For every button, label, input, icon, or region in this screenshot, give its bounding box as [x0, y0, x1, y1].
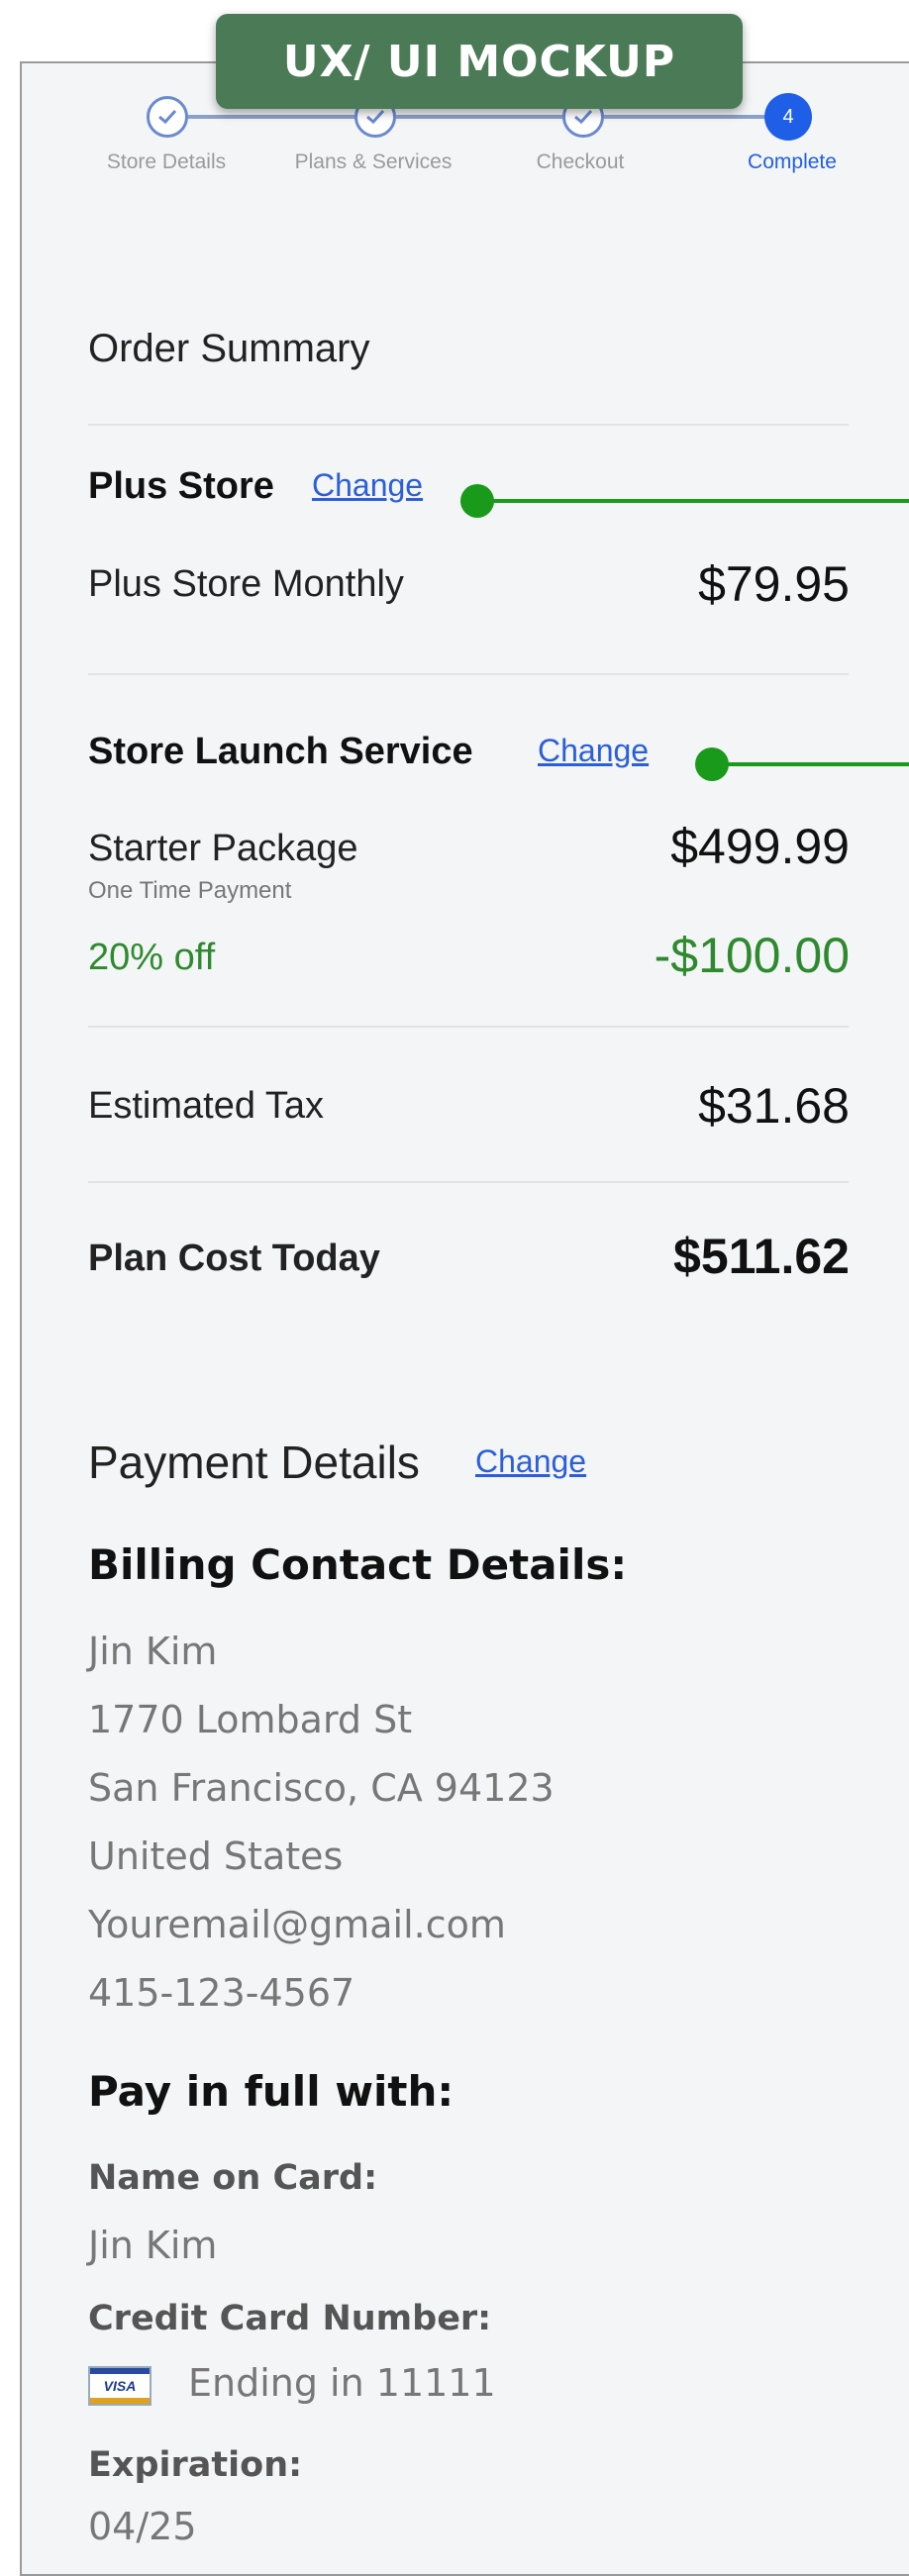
plan-change-link[interactable]: Change — [312, 467, 423, 504]
payment-details-title: Payment Details — [88, 1437, 420, 1488]
expiration-value: 04/25 — [88, 2505, 197, 2548]
step-connector — [396, 115, 574, 119]
step-connector — [594, 115, 778, 119]
billing-name: Jin Kim — [88, 1630, 218, 1673]
step-4-current: 4 — [764, 93, 812, 141]
service-item-sub: One Time Payment — [88, 877, 292, 904]
visa-card-icon: VISA — [88, 2366, 152, 2406]
billing-heading: Billing Contact Details: — [88, 1540, 628, 1589]
service-title: Store Launch Service — [88, 731, 473, 772]
step-label-checkout: Checkout — [536, 150, 625, 173]
checkout-panel — [20, 61, 909, 2576]
order-summary-title: Order Summary — [88, 327, 370, 370]
total-value: $511.62 — [673, 1229, 850, 1284]
service-change-link[interactable]: Change — [538, 733, 649, 769]
name-on-card-label: Name on Card: — [88, 2158, 378, 2198]
plan-item-label: Plus Store Monthly — [88, 563, 404, 605]
tax-label: Estimated Tax — [88, 1085, 324, 1127]
billing-city: San Francisco, CA 94123 — [88, 1766, 555, 1810]
tax-value: $31.68 — [698, 1078, 850, 1134]
step-connector — [188, 115, 376, 119]
service-item-label: Starter Package — [88, 828, 358, 869]
divider — [88, 673, 849, 675]
divider — [88, 424, 849, 426]
divider — [88, 1026, 849, 1028]
step-label-store-details: Store Details — [106, 150, 227, 173]
step-1-check-icon[interactable] — [147, 96, 188, 138]
service-item-price: $499.99 — [670, 819, 850, 874]
billing-street: 1770 Lombard St — [88, 1698, 413, 1741]
annotation-line — [720, 762, 909, 766]
step-label-complete: Complete — [748, 150, 837, 173]
step-label-plans-services: Plans & Services — [294, 150, 453, 173]
billing-phone: 415-123-4567 — [88, 1971, 355, 2015]
billing-country: United States — [88, 1834, 344, 1878]
expiration-label: Expiration: — [88, 2445, 303, 2485]
card-number-value: Ending in 11111 — [188, 2361, 496, 2405]
billing-email: Youremail@gmail.com — [88, 1903, 506, 1946]
mockup-badge: UX/ UI MOCKUP — [216, 14, 743, 109]
divider — [88, 1181, 849, 1183]
discount-label: 20% off — [88, 937, 216, 978]
visa-brand-label: VISA — [103, 2378, 137, 2394]
pay-in-full-heading: Pay in full with: — [88, 2067, 454, 2116]
payment-change-link[interactable]: Change — [475, 1443, 586, 1480]
plan-item-price: $79.95 — [698, 556, 850, 612]
total-label: Plan Cost Today — [88, 1238, 380, 1279]
discount-value: -$100.00 — [654, 928, 850, 983]
plan-title: Plus Store — [88, 465, 274, 507]
name-on-card-value: Jin Kim — [88, 2224, 218, 2267]
annotation-line — [485, 499, 909, 503]
card-number-label: Credit Card Number: — [88, 2299, 492, 2338]
